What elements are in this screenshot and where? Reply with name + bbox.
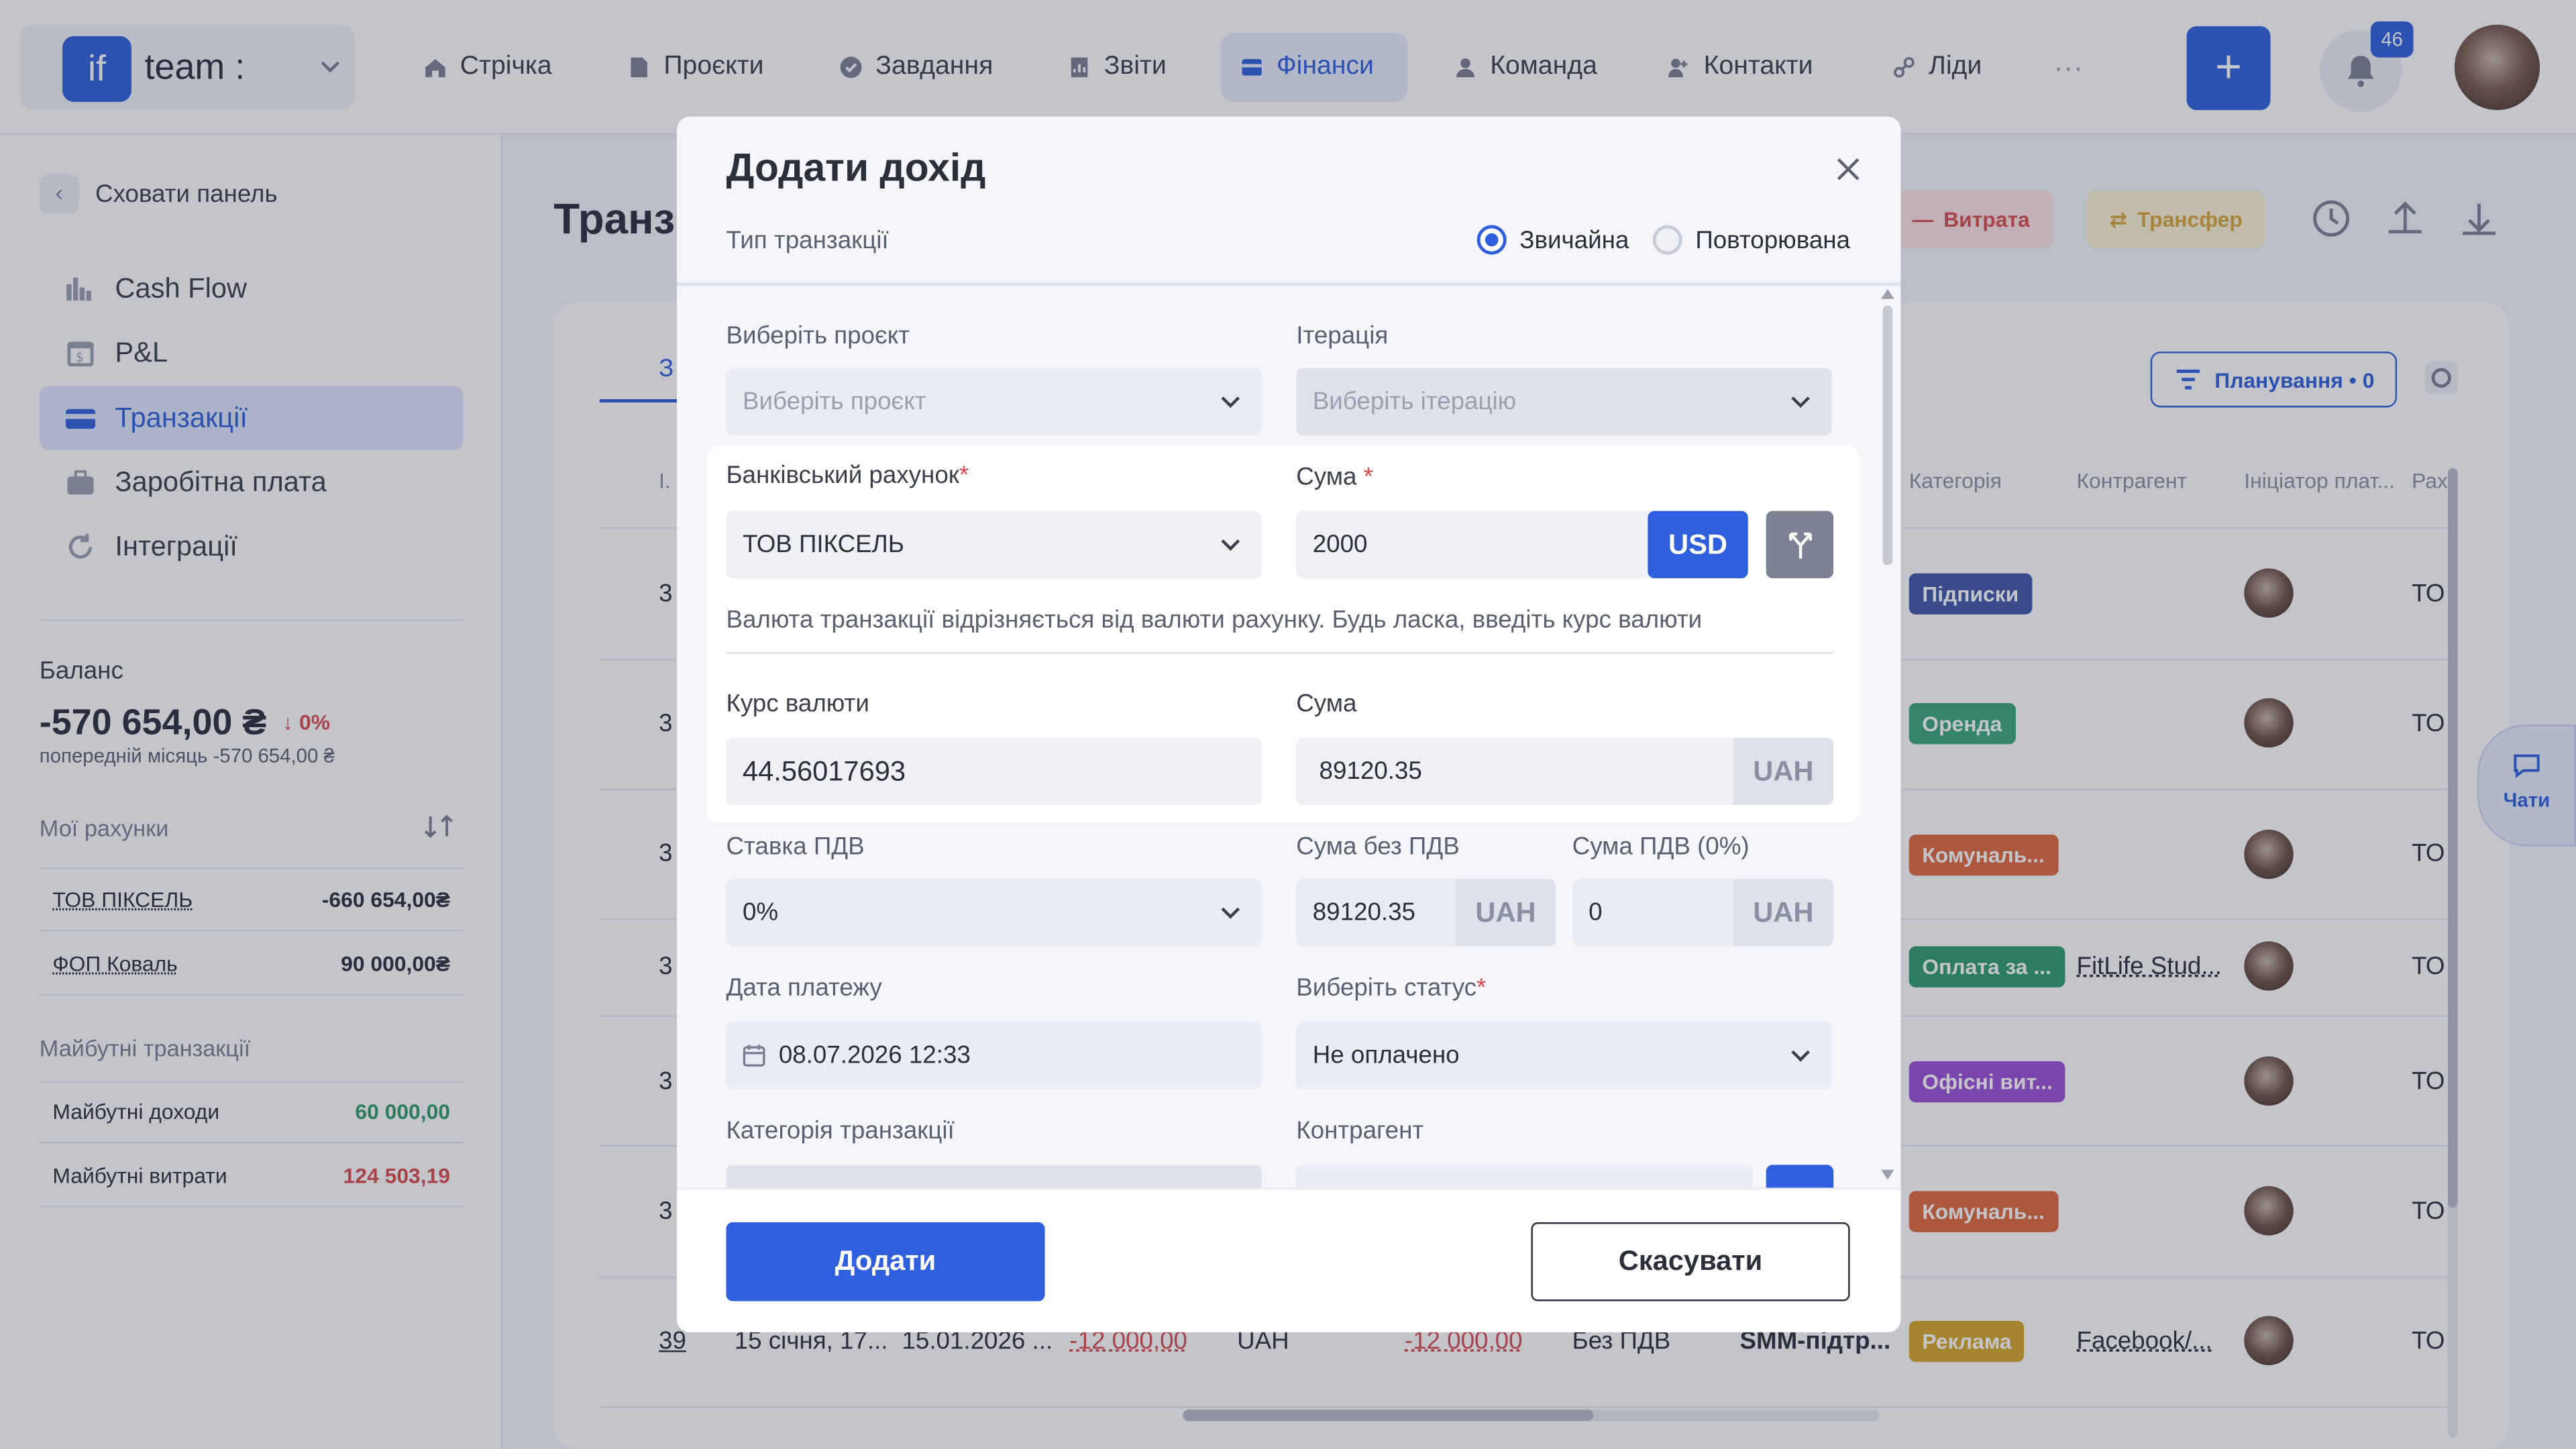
modal-title: Додати дохід (726, 146, 986, 191)
vat-sum-currency: UAH (1733, 879, 1834, 947)
sum-without-vat-input[interactable]: 89120.35 (1296, 879, 1456, 947)
payment-date-label: Дата платежу (726, 974, 882, 1002)
radio-recurring[interactable]: Повторювана (1652, 225, 1850, 255)
required-mark: * (959, 462, 969, 490)
radio-dot-selected (1477, 225, 1507, 255)
radio-recurring-label: Повторювана (1695, 225, 1850, 254)
radio-dot (1652, 225, 1682, 255)
radio-regular-label: Звичайна (1519, 225, 1629, 254)
radio-regular[interactable]: Звичайна (1477, 225, 1629, 255)
project-label: Виберіть проєкт (726, 322, 910, 350)
exchange-rate-label: Курс валюти (726, 690, 869, 718)
currency-mismatch-hint: Валюта транзакції відрізняється від валю… (726, 606, 1703, 635)
add-button[interactable]: Додати (726, 1222, 1045, 1301)
bank-account-label: Банківський рахунок* (726, 462, 969, 490)
modal-header-divider (676, 282, 1901, 286)
sum-without-vat-currency: UAH (1455, 879, 1556, 947)
iteration-select-placeholder: Виберіть ітерацію (1312, 387, 1517, 416)
bank-account-label-text: Банківський рахунок (726, 462, 959, 490)
converted-amount-input[interactable]: 89120.35 (1296, 737, 1733, 806)
project-select[interactable]: Виберіть проєкт (726, 368, 1262, 435)
amount-label-text: Сума (1296, 463, 1357, 492)
chevron-down-icon (1221, 907, 1240, 919)
split-button[interactable] (1766, 511, 1834, 579)
required-mark: * (1477, 974, 1487, 1002)
vat-sum-input[interactable]: 0 (1572, 879, 1733, 947)
add-income-modal: Додати дохід Тип транзакції Звичайна Пов… (676, 116, 1901, 1333)
hint-divider (726, 652, 1834, 654)
chevron-down-icon (1221, 396, 1240, 409)
calendar-icon (743, 1044, 765, 1067)
modal-scrollbar[interactable] (1881, 289, 1894, 1193)
iteration-select[interactable]: Виберіть ітерацію (1296, 368, 1832, 435)
chevron-down-icon (1791, 1050, 1810, 1062)
payment-date-value: 08.07.2026 12:33 (778, 1041, 971, 1070)
bank-account-select[interactable]: ТОВ ПІКСЕЛЬ (726, 511, 1262, 579)
chevron-down-icon (1791, 396, 1810, 409)
vat-rate-label: Ставка ПДВ (726, 833, 865, 861)
counterparty-label: Контрагент (1296, 1117, 1424, 1145)
exchange-rate-input[interactable]: 44.56017693 (726, 737, 1262, 806)
modal-footer: Додати Скасувати (676, 1187, 1901, 1333)
currency-button[interactable]: USD (1648, 511, 1748, 579)
chevron-down-icon (1221, 539, 1240, 551)
scroll-up-icon[interactable] (1881, 289, 1894, 299)
split-icon (1789, 532, 1812, 559)
vat-rate-select[interactable]: 0% (726, 879, 1262, 947)
bank-account-value: ТОВ ПІКСЕЛЬ (742, 531, 904, 559)
converted-currency-label: UAH (1733, 737, 1834, 806)
payment-date-input[interactable]: 08.07.2026 12:33 (726, 1022, 1262, 1089)
required-mark: * (1363, 463, 1373, 492)
vat-sum-label: Сума ПДВ (0%) (1572, 833, 1750, 861)
amount-input[interactable]: 2000 (1296, 511, 1648, 579)
status-label-text: Виберіть статус (1296, 974, 1477, 1002)
modal-scrollbar-thumb[interactable] (1882, 305, 1893, 566)
sum-without-vat-label: Сума без ПДВ (1296, 833, 1460, 861)
status-value: Не оплачено (1312, 1041, 1460, 1070)
category-label: Категорія транзакції (726, 1117, 955, 1145)
status-label: Виберіть статус* (1296, 974, 1486, 1002)
close-icon[interactable] (1832, 153, 1865, 186)
status-select[interactable]: Не оплачено (1296, 1022, 1832, 1089)
vat-rate-value: 0% (742, 898, 779, 927)
transaction-type-label: Тип транзакції (726, 226, 889, 255)
project-select-placeholder: Виберіть проєкт (742, 387, 926, 416)
cancel-button[interactable]: Скасувати (1531, 1222, 1850, 1301)
amount-label: Сума * (1296, 464, 1373, 492)
converted-amount-label: Сума (1296, 690, 1357, 718)
iteration-label: Ітерація (1296, 322, 1389, 350)
scroll-down-icon[interactable] (1881, 1169, 1894, 1180)
